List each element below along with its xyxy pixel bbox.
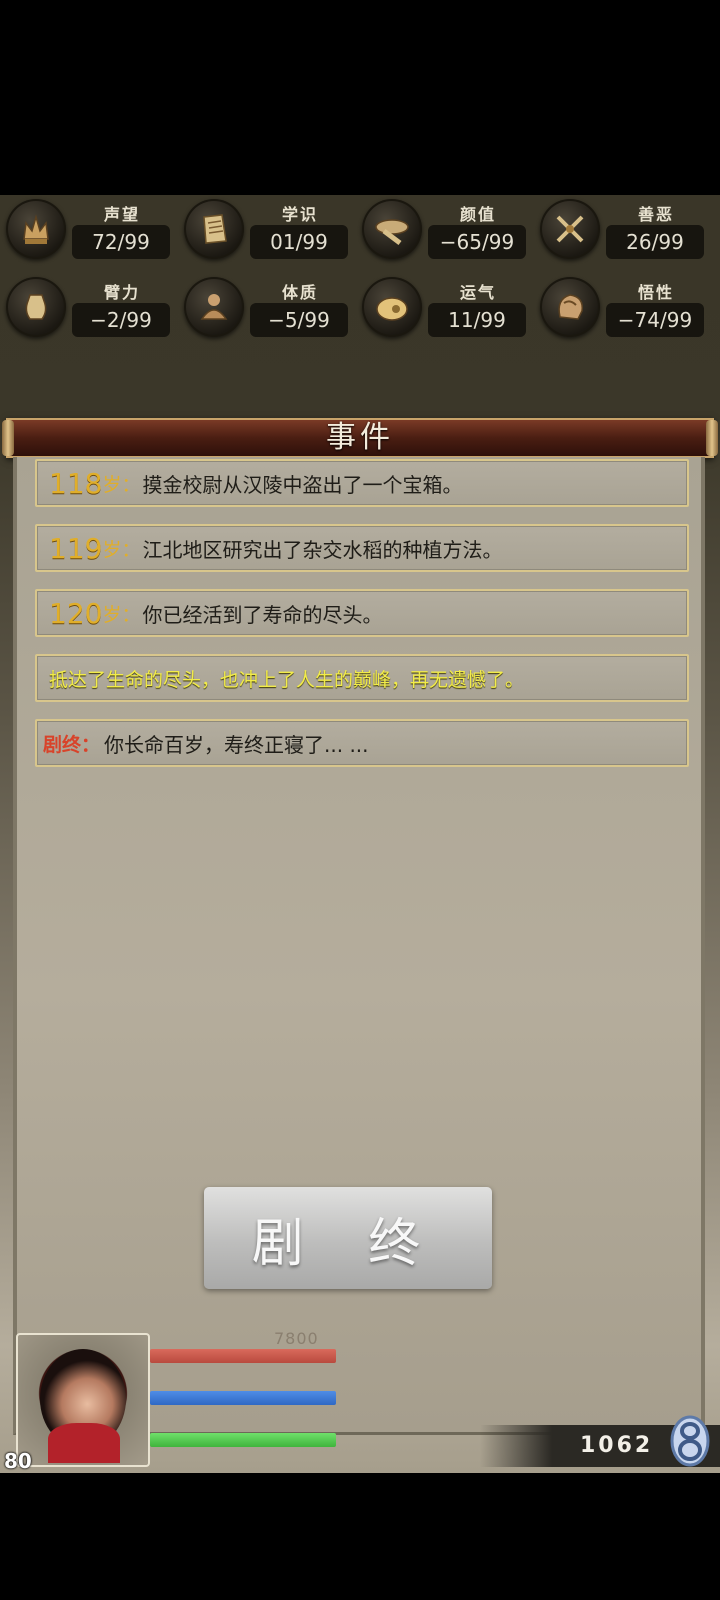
stat-morality: 善恶 26/99 (540, 195, 718, 265)
hp-bar (150, 1349, 336, 1363)
bag-icon (362, 277, 422, 337)
stat-insight: 悟性 −74/99 (540, 273, 718, 343)
stat-name: 悟性 (637, 283, 674, 302)
stat-value: 26/99 (606, 225, 704, 259)
hp-value: 7800 (274, 1329, 319, 1348)
event-text: 江北地区研究出了杂交水稻的种植方法。 (142, 537, 503, 562)
stat-name: 臂力 (103, 283, 140, 302)
stat-value: 11/99 (428, 303, 526, 337)
crown-icon (6, 199, 66, 259)
event-age: 120 (49, 596, 103, 630)
stat-value: 01/99 (250, 225, 348, 259)
head-icon (540, 277, 600, 337)
ending-label: 剧终： (43, 733, 101, 756)
stat-name: 声望 (103, 205, 140, 224)
stat-constitution: 体质 −5/99 (184, 273, 362, 343)
stat-appearance: 颜值 −65/99 (362, 195, 540, 265)
player-level: 80 (4, 1449, 32, 1473)
end-game-button[interactable]: 剧 终 (204, 1187, 492, 1289)
event-age: 118 (49, 466, 103, 500)
stamina-bar (150, 1433, 336, 1447)
stat-value: −5/99 (250, 303, 348, 337)
stat-value: −2/99 (72, 303, 170, 337)
stat-name: 体质 (281, 283, 318, 302)
stat-value: 72/99 (72, 225, 170, 259)
currency-icon[interactable] (668, 1413, 712, 1469)
summary-row: 抵达了生命的尽头，也冲上了人生的巅峰，再无遗憾了。 (35, 654, 689, 702)
event-age-unit: 岁： (102, 603, 141, 626)
ending-row: 剧终： 你长命百岁，寿终正寝了... ... (35, 719, 689, 767)
summary-text: 抵达了生命的尽头，也冲上了人生的巅峰，再无遗憾了。 (49, 668, 525, 691)
stat-name: 学识 (281, 205, 318, 224)
stat-knowledge: 学识 01/99 (184, 195, 362, 265)
event-scroll-header: 事件 (2, 418, 718, 458)
game-screen: 声望 72/99 学识 01/99 颜值 −65/99 善恶 26/99 臂力 … (0, 195, 720, 1473)
character-portrait[interactable] (16, 1333, 150, 1467)
stat-reputation: 声望 72/99 (6, 195, 184, 265)
crossed-swords-icon (540, 199, 600, 259)
stat-name: 颜值 (459, 205, 496, 224)
portrait-robe (48, 1423, 120, 1463)
stat-name: 善恶 (637, 205, 674, 224)
stat-name: 运气 (459, 283, 496, 302)
ending-text: 你长命百岁，寿终正寝了... ... (104, 732, 369, 757)
event-text: 摸金校尉从汉陵中盗出了一个宝箱。 (142, 472, 463, 497)
mp-bar (150, 1391, 336, 1405)
buddha-icon (184, 277, 244, 337)
event-text: 你已经活到了寿命的尽头。 (142, 602, 383, 627)
event-age-unit: 岁： (102, 538, 141, 561)
stat-value: −65/99 (428, 225, 526, 259)
currency-amount: 1062 (580, 1433, 654, 1458)
scroll-icon (184, 199, 244, 259)
event-age: 119 (49, 531, 103, 565)
jar-icon (6, 277, 66, 337)
event-age-unit: 岁： (102, 473, 141, 496)
event-row: 119 岁： 江北地区研究出了杂交水稻的种植方法。 (35, 524, 689, 572)
stat-luck: 运气 11/99 (362, 273, 540, 343)
event-row: 118 岁： 摸金校尉从汉陵中盗出了一个宝箱。 (35, 459, 689, 507)
panel-title: 事件 (326, 420, 394, 455)
event-row: 120 岁： 你已经活到了寿命的尽头。 (35, 589, 689, 637)
stat-value: −74/99 (606, 303, 704, 337)
hat-icon (362, 199, 422, 259)
stat-strength: 臂力 −2/99 (6, 273, 184, 343)
